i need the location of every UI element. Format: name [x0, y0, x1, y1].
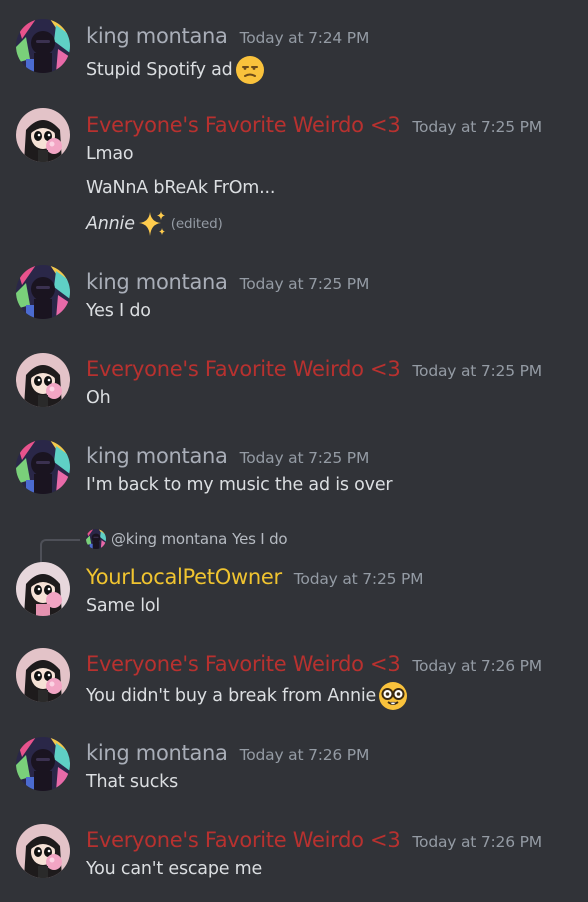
avatar[interactable]	[16, 737, 70, 791]
username[interactable]: Everyone's Favorite Weirdo <3	[86, 652, 401, 676]
reply-connector	[40, 539, 80, 563]
reply-text[interactable]: Yes I do	[232, 530, 287, 548]
message-content: Stupid Spotify ad	[86, 60, 233, 80]
chat-log: king montana Today at 7:24 PM Stupid Spo…	[0, 0, 588, 902]
unamused-face-emoji	[235, 55, 265, 85]
message-content: Yes I do	[86, 301, 151, 321]
message-content: You didn't buy a break from Annie	[86, 686, 377, 706]
message-text: You can't escape me	[86, 859, 262, 879]
message-header: Everyone's Favorite Weirdo <3 Today at 7…	[86, 113, 542, 137]
message-header: king montana Today at 7:26 PM	[86, 741, 369, 765]
username[interactable]: Everyone's Favorite Weirdo <3	[86, 113, 401, 137]
message-content: Lmao	[86, 144, 134, 164]
avatar[interactable]	[16, 440, 70, 494]
message-header: king montana Today at 7:25 PM	[86, 444, 369, 468]
message-text: Annie (edited)	[86, 209, 223, 239]
username[interactable]: king montana	[86, 741, 228, 765]
message-header: Everyone's Favorite Weirdo <3 Today at 7…	[86, 357, 542, 381]
timestamp: Today at 7:26 PM	[412, 657, 542, 675]
message-text: That sucks	[86, 772, 178, 792]
message-text: Lmao	[86, 144, 134, 164]
message-header: king montana Today at 7:25 PM	[86, 270, 369, 294]
avatar[interactable]	[16, 562, 70, 616]
message-content: Annie	[86, 214, 135, 234]
timestamp: Today at 7:26 PM	[239, 746, 370, 764]
reply-avatar	[86, 529, 106, 549]
timestamp: Today at 7:26 PM	[412, 833, 542, 851]
message-content: Oh	[86, 388, 111, 408]
timestamp: Today at 7:25 PM	[293, 570, 424, 588]
message-text: Stupid Spotify ad	[86, 55, 265, 85]
timestamp: Today at 7:24 PM	[239, 29, 370, 47]
message-header: Everyone's Favorite Weirdo <3 Today at 7…	[86, 652, 542, 676]
timestamp: Today at 7:25 PM	[412, 362, 542, 380]
timestamp: Today at 7:25 PM	[239, 449, 370, 467]
sparkles-emoji	[137, 209, 167, 239]
timestamp: Today at 7:25 PM	[239, 275, 370, 293]
username[interactable]: king montana	[86, 444, 228, 468]
message-text: WaNnA bReAk FrOm...	[86, 178, 275, 198]
username[interactable]: YourLocalPetOwner	[86, 565, 282, 589]
message-content: You can't escape me	[86, 859, 263, 879]
nerd-face-emoji	[378, 681, 408, 711]
avatar[interactable]	[16, 265, 70, 319]
message-content: I'm back to my music the ad is over	[86, 475, 393, 495]
timestamp: Today at 7:25 PM	[412, 118, 542, 136]
username[interactable]: Everyone's Favorite Weirdo <3	[86, 357, 401, 381]
avatar[interactable]	[16, 19, 70, 73]
avatar[interactable]	[16, 824, 70, 878]
edited-label: (edited)	[170, 216, 223, 232]
avatar[interactable]	[16, 353, 70, 407]
username[interactable]: Everyone's Favorite Weirdo <3	[86, 828, 401, 852]
avatar[interactable]	[16, 108, 70, 162]
message-text: Same lol	[86, 596, 160, 616]
message-content: WaNnA bReAk FrOm...	[86, 178, 276, 198]
message-text: You didn't buy a break from Annie	[86, 681, 408, 711]
message-text: Oh	[86, 388, 111, 408]
message-text: Yes I do	[86, 301, 151, 321]
message-header: Everyone's Favorite Weirdo <3 Today at 7…	[86, 828, 542, 852]
message-header: YourLocalPetOwner Today at 7:25 PM	[86, 565, 424, 589]
message-header: king montana Today at 7:24 PM	[86, 24, 369, 48]
message-text: I'm back to my music the ad is over	[86, 475, 393, 495]
reply-preview[interactable]: @king montana Yes I do	[86, 529, 288, 549]
username[interactable]: king montana	[86, 24, 228, 48]
username[interactable]: king montana	[86, 270, 228, 294]
reply-username[interactable]: @king montana	[111, 530, 227, 548]
message-content: Same lol	[86, 596, 161, 616]
message-content: That sucks	[86, 772, 179, 792]
avatar[interactable]	[16, 648, 70, 702]
